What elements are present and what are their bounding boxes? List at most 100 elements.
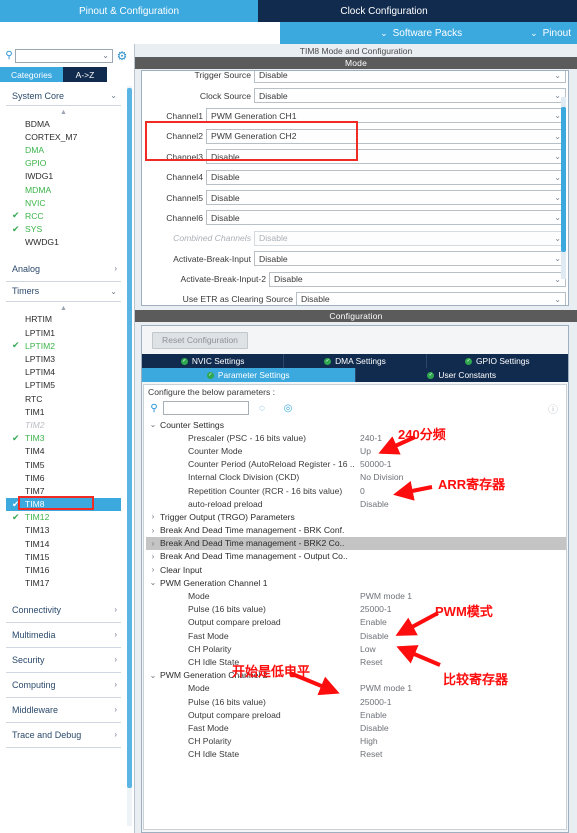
parameter-row-pulse-16-bits-value[interactable]: Pulse (16 bits value) 25000-1	[146, 603, 566, 616]
parameter-group-pwm-generation-channel-2[interactable]: ⌄ PWM Generation Channel 2	[146, 669, 566, 682]
parameter-row-auto-reload-preload[interactable]: auto-reload preload Disable	[146, 497, 566, 510]
sidebar-item-gpio[interactable]: GPIO	[6, 157, 121, 170]
sidebar-group-middleware[interactable]: Middleware ›	[6, 698, 121, 723]
tree-scroll-up-icon[interactable]: ▲	[6, 108, 121, 117]
parameter-group-counter-settings[interactable]: ⌄ Counter Settings	[146, 418, 566, 431]
sidebar-item-tim5[interactable]: TIM5	[6, 458, 121, 471]
mode-select-use-etr-as-clearing-source[interactable]: Disable ⌄	[296, 291, 566, 305]
info-icon[interactable]: ⓘ	[548, 401, 558, 416]
sidebar-item-rcc[interactable]: ✔ RCC	[6, 209, 121, 222]
tab-clock-configuration[interactable]: Clock Configuration	[258, 0, 510, 22]
sidebar-group-trace-and-debug[interactable]: Trace and Debug ›	[6, 723, 121, 748]
tab-gpio-settings[interactable]: ✓ GPIO Settings	[426, 354, 568, 368]
parameter-row-counter-mode[interactable]: Counter Mode Up	[146, 444, 566, 457]
parameter-row-output-compare-preload[interactable]: Output compare preload Enable	[146, 616, 566, 629]
sidebar-item-hrtim[interactable]: HRTIM	[6, 313, 121, 326]
sidebar-scrollbar-thumb[interactable]	[127, 88, 132, 788]
gear-icon[interactable]: ⚙	[113, 49, 131, 63]
sidebar-group-security[interactable]: Security ›	[6, 648, 121, 673]
parameter-row-prescaler-psc-16-bits-value[interactable]: Prescaler (PSC - 16 bits value) 240-1	[146, 431, 566, 444]
sidebar-item-tim2[interactable]: TIM2	[6, 418, 121, 431]
mode-select-channel1[interactable]: PWM Generation CH1 ⌄	[206, 108, 566, 124]
sidebar-group-analog[interactable]: Analog ›	[6, 257, 121, 282]
sidebar-item-tim12[interactable]: ✔ TIM12	[6, 511, 121, 524]
sidebar-item-iwdg1[interactable]: IWDG1	[6, 170, 121, 183]
sidebar-item-sys[interactable]: ✔ SYS	[6, 223, 121, 236]
sidebar-item-lptim5[interactable]: LPTIM5	[6, 379, 121, 392]
sidebar-group-timers[interactable]: Timers ⌄	[6, 282, 121, 302]
parameter-row-internal-clock-division-ckd[interactable]: Internal Clock Division (CKD) No Division	[146, 471, 566, 484]
reset-configuration-button[interactable]: Reset Configuration	[152, 331, 248, 349]
parameter-search-input[interactable]	[163, 401, 249, 415]
sidebar-group-connectivity[interactable]: Connectivity ›	[6, 598, 121, 623]
tab-dma-settings[interactable]: ✓ DMA Settings	[284, 354, 427, 368]
mode-select-channel3[interactable]: Disable ⌄	[206, 149, 566, 165]
parameter-group-trigger-output-trgo-parameters[interactable]: › Trigger Output (TRGO) Parameters	[146, 510, 566, 523]
tree-scroll-up-icon[interactable]: ▲	[6, 304, 121, 313]
sidebar-item-lptim4[interactable]: LPTIM4	[6, 366, 121, 379]
tab-pinout-configuration[interactable]: Pinout & Configuration	[0, 0, 258, 22]
sidebar-group-multimedia[interactable]: Multimedia ›	[6, 623, 121, 648]
tab-parameter-settings[interactable]: ✓ Parameter Settings	[142, 368, 356, 382]
sidebar-item-cortex_m7[interactable]: CORTEX_M7	[6, 130, 121, 143]
sidebar-item-tim13[interactable]: TIM13	[6, 524, 121, 537]
sidebar-group-computing[interactable]: Computing ›	[6, 673, 121, 698]
mode-select-channel5[interactable]: Disable ⌄	[206, 190, 566, 206]
sidebar-group-system-core[interactable]: System Core ⌄	[6, 86, 121, 106]
sidebar-item-rtc[interactable]: RTC	[6, 392, 121, 405]
sidebar-item-nvic[interactable]: NVIC	[6, 196, 121, 209]
sidebar-item-tim8[interactable]: ✔ TIM8	[6, 497, 121, 511]
mode-select-channel6[interactable]: Disable ⌄	[206, 210, 566, 226]
sidebar-item-tim1[interactable]: TIM1	[6, 405, 121, 418]
tab-categories[interactable]: Categories	[0, 67, 63, 82]
parameter-row-output-compare-preload[interactable]: Output compare preload Enable	[146, 708, 566, 721]
software-packs-menu[interactable]: ⌄ Software Packs	[380, 28, 462, 39]
sidebar-search-input[interactable]: ⌄	[15, 48, 113, 63]
pinout-menu[interactable]: ⌄ Pinout	[530, 28, 571, 39]
peripheral-tree[interactable]: System Core ⌄ ▲ BDMA CORTEX_M7 DMA GPIO IWDG1 MD…	[0, 84, 127, 829]
parameter-row-ch-idle-state[interactable]: CH Idle State Reset	[146, 655, 566, 668]
sidebar-item-lptim3[interactable]: LPTIM3	[6, 352, 121, 365]
parameter-row-ch-idle-state[interactable]: CH Idle State Reset	[146, 748, 566, 761]
mode-select-activate-break-input-2[interactable]: Disable ⌄	[269, 271, 566, 287]
sidebar-item-tim14[interactable]: TIM14	[6, 537, 121, 550]
mode-select-channel2[interactable]: PWM Generation CH2 ⌄	[206, 128, 566, 144]
mode-scrollbar-thumb[interactable]	[561, 107, 566, 252]
sidebar-item-lptim1[interactable]: LPTIM1	[6, 326, 121, 339]
sidebar-item-tim15[interactable]: TIM15	[6, 550, 121, 563]
parameter-row-fast-mode[interactable]: Fast Mode Disable	[146, 629, 566, 642]
expand-all-icon[interactable]: ◎	[275, 403, 301, 414]
sidebar-item-tim3[interactable]: ✔ TIM3	[6, 432, 121, 445]
parameter-row-repetition-counter-rcr-16-bits-value[interactable]: Repetition Counter (RCR - 16 bits value)…	[146, 484, 566, 497]
parameter-row-ch-polarity[interactable]: CH Polarity High	[146, 735, 566, 748]
parameter-group-clear-input[interactable]: › Clear Input	[146, 563, 566, 576]
parameter-group-pwm-generation-channel-1[interactable]: ⌄ PWM Generation Channel 1	[146, 576, 566, 589]
parameter-row-mode[interactable]: Mode PWM mode 1	[146, 682, 566, 695]
parameter-group-break-and-dead-time-management-output-co[interactable]: › Break And Dead Time management - Output…	[146, 550, 566, 563]
collapse-all-icon[interactable]: ◌	[249, 403, 275, 414]
sidebar-item-tim7[interactable]: TIM7	[6, 484, 121, 497]
parameter-group-break-and-dead-time-management-brk2-co[interactable]: › Break And Dead Time management - BRK2 C…	[146, 536, 566, 550]
sidebar-item-dma[interactable]: DMA	[6, 143, 121, 156]
sidebar-item-tim17[interactable]: TIM17	[6, 577, 121, 590]
sidebar-item-mdma[interactable]: MDMA	[6, 183, 121, 196]
parameter-row-pulse-16-bits-value[interactable]: Pulse (16 bits value) 25000-1	[146, 695, 566, 708]
parameter-list[interactable]: ⌄ Counter Settings Prescaler (PSC - 16 bit…	[144, 418, 566, 761]
sidebar-item-bdma[interactable]: BDMA	[6, 117, 121, 130]
mode-select-channel4[interactable]: Disable ⌄	[206, 169, 566, 185]
mode-select-activate-break-input[interactable]: Disable ⌄	[254, 251, 566, 267]
parameter-row-fast-mode[interactable]: Fast Mode Disable	[146, 721, 566, 734]
sidebar-item-tim4[interactable]: TIM4	[6, 445, 121, 458]
parameter-group-break-and-dead-time-management-brk-conf[interactable]: › Break And Dead Time management - BRK Co…	[146, 524, 566, 537]
mode-select-clock-source[interactable]: Disable ⌄	[254, 88, 566, 104]
tab-user-constants[interactable]: ✓ User Constants	[355, 368, 568, 382]
sidebar-item-tim6[interactable]: TIM6	[6, 471, 121, 484]
parameter-row-counter-period-autoreload-register-16[interactable]: Counter Period (AutoReload Register - 16…	[146, 458, 566, 471]
sidebar-item-tim16[interactable]: TIM16	[6, 563, 121, 576]
tab-nvic-settings[interactable]: ✓ NVIC Settings	[142, 354, 285, 368]
sidebar-item-wwdg1[interactable]: WWDG1	[6, 236, 121, 249]
sidebar-item-lptim2[interactable]: ✔ LPTIM2	[6, 339, 121, 352]
parameter-row-mode[interactable]: Mode PWM mode 1	[146, 589, 566, 602]
mode-select-trigger-source[interactable]: Disable ⌄	[254, 71, 566, 83]
tab-a-to-z[interactable]: A->Z	[63, 67, 107, 82]
